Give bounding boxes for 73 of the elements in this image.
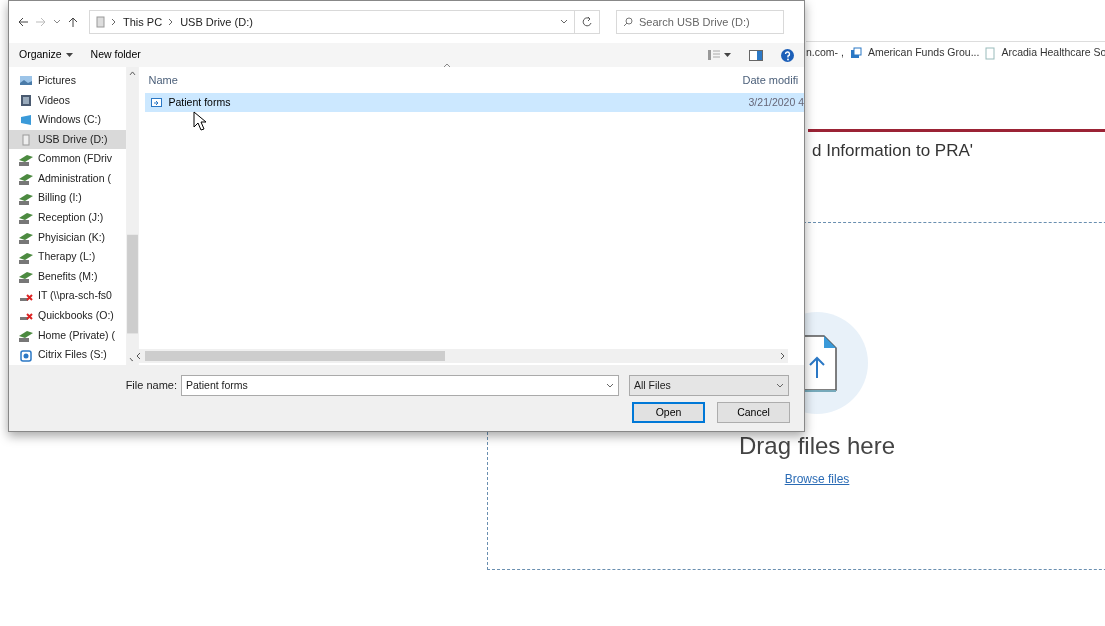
network-drive-icon <box>19 152 33 166</box>
column-header[interactable]: Name <box>144 71 743 89</box>
mouse-cursor-icon <box>192 111 207 131</box>
cancel-button[interactable]: Cancel <box>717 402 790 423</box>
nav-item[interactable]: Pictures <box>9 71 126 91</box>
vertical-scrollbar[interactable] <box>126 67 139 365</box>
caret-down-icon <box>65 52 73 58</box>
search-field[interactable]: Search USB Drive (D:) <box>616 10 784 34</box>
cloud-folder-icon <box>19 348 33 362</box>
nav-item[interactable]: Reception (J:) <box>9 208 126 228</box>
view-menu-button[interactable] <box>708 50 731 60</box>
horizontal-scrollbar[interactable] <box>132 349 788 363</box>
breadcrumb[interactable]: This PC <box>123 13 163 31</box>
open-button[interactable]: Open <box>632 402 705 423</box>
up-arrow-icon[interactable] <box>67 16 79 28</box>
browse-files-link[interactable]: Browse files <box>784 469 850 488</box>
usb-drive-icon <box>19 133 33 147</box>
view-list-icon <box>708 50 720 60</box>
pictures-icon <box>19 74 33 88</box>
field-label: File name: <box>124 378 177 394</box>
network-drive-icon <box>19 270 33 284</box>
nav-item[interactable]: Videos <box>9 90 126 111</box>
drive-icon <box>96 16 105 28</box>
bookmark-link[interactable]: n.com- , <box>806 45 844 61</box>
nav-item[interactable]: Administration ( <box>9 168 126 189</box>
network-drive-icon <box>19 329 33 342</box>
network-drive-icon <box>19 211 33 225</box>
chevron-down-icon <box>606 382 614 389</box>
nav-item[interactable]: Benefits (M:) <box>9 266 126 287</box>
refresh-icon <box>581 16 593 28</box>
chevron-down-icon <box>776 382 784 389</box>
refresh-button[interactable] <box>574 10 600 34</box>
toolbar-button[interactable]: New folder <box>90 47 141 63</box>
page-heading: d Information to PRA' <box>812 140 975 162</box>
preview-pane-icon[interactable] <box>749 49 763 61</box>
breadcrumb[interactable]: USB Drive (D:) <box>180 13 253 31</box>
nav-item[interactable]: Therapy (L:) <box>9 247 126 267</box>
window-icon <box>849 47 862 59</box>
search-icon <box>623 17 633 27</box>
sort-caret-icon <box>442 63 451 68</box>
chevron-right-icon <box>111 18 117 26</box>
page-icon <box>985 46 996 60</box>
file-type-dropdown[interactable]: All Files <box>629 375 789 396</box>
chevron-down-icon[interactable] <box>53 18 61 26</box>
nav-item[interactable]: Common (FDriv <box>9 149 126 169</box>
shortcut-icon <box>150 97 163 108</box>
chevron-right-icon <box>168 18 175 26</box>
network-drive-icon <box>19 172 33 186</box>
address-bar[interactable]: This PC USB Drive (D:) <box>89 10 575 34</box>
drop-title: Drag files here <box>738 430 896 461</box>
nav-item[interactable]: Citrix Files (S:) <box>9 345 126 365</box>
nav-item[interactable]: Home (Private) ( <box>9 325 126 346</box>
network-drive-icon <box>19 250 33 264</box>
network-drive-icon <box>19 231 33 245</box>
nav-item[interactable]: USB Drive (D:) <box>9 129 126 150</box>
help-icon[interactable] <box>781 48 794 62</box>
file-row[interactable]: Patient forms 3/21/2020 4 <box>144 93 804 112</box>
nav-item[interactable]: Billing (I:) <box>9 188 126 209</box>
film-icon <box>19 93 33 107</box>
nav-item[interactable]: Windows (C:) <box>9 110 126 130</box>
bookmark-link[interactable]: American Funds Grou... <box>867 45 980 61</box>
nav-item[interactable]: IT (\\pra-sch-fs0 <box>9 286 126 307</box>
file-name-field[interactable]: Patient forms <box>181 375 619 396</box>
search-placeholder: Search USB Drive (D:) <box>639 14 750 30</box>
network-drive-icon <box>19 191 33 205</box>
toolbar-button[interactable]: Organize <box>19 47 73 63</box>
chevron-down-icon[interactable] <box>560 18 568 26</box>
drive-icon <box>19 113 33 127</box>
nav-item[interactable]: Phyisician (K:) <box>9 227 126 248</box>
caret-down-icon <box>724 52 731 58</box>
column-header[interactable]: Date modifi <box>742 71 799 89</box>
nav-item[interactable]: Quickbooks (O:) <box>9 306 126 326</box>
back-arrow-icon[interactable] <box>17 16 29 28</box>
